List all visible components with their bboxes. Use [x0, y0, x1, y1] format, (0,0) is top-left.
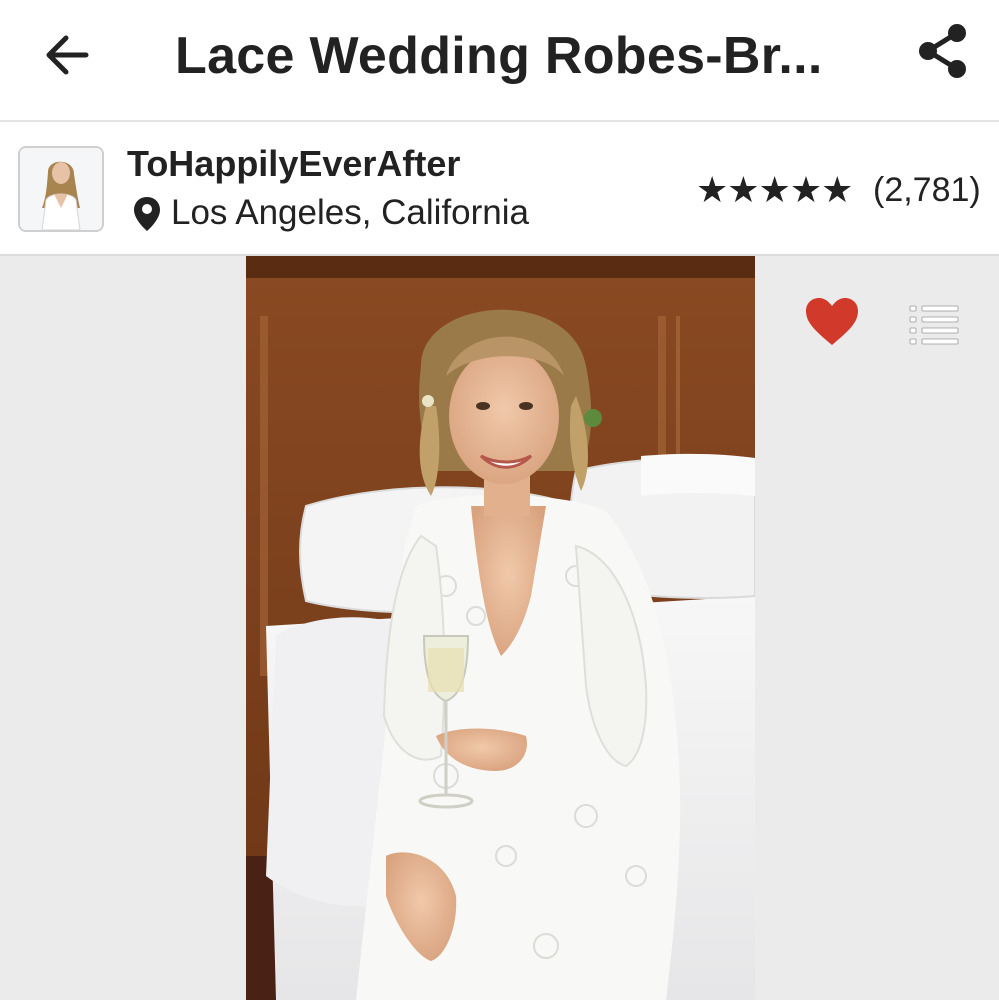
listing-photo[interactable] — [246, 256, 755, 1000]
listing-image-gallery[interactable] — [0, 256, 999, 1000]
review-count[interactable]: (2,781) — [873, 167, 981, 213]
back-button[interactable] — [38, 26, 96, 84]
add-to-list-button[interactable] — [908, 302, 960, 346]
page-title: Lace Wedding Robes-Br... — [175, 27, 823, 85]
heart-icon — [806, 298, 858, 345]
shop-avatar-image — [20, 148, 102, 230]
shop-avatar[interactable] — [18, 146, 104, 232]
shop-name[interactable]: ToHappilyEverAfter — [127, 142, 460, 186]
map-pin-icon — [134, 197, 160, 231]
shop-location: Los Angeles, California — [171, 193, 529, 232]
share-icon — [919, 24, 966, 78]
share-button[interactable] — [912, 20, 972, 82]
top-app-bar: Lace Wedding Robes-Br... — [0, 0, 999, 120]
list-icon — [909, 305, 959, 345]
shop-info-bar[interactable]: ToHappilyEverAfter Los Angeles, Californ… — [0, 122, 999, 254]
favorite-button[interactable] — [804, 296, 860, 348]
arrow-left-icon — [46, 35, 89, 75]
rating-stars[interactable]: ★★★★★ — [696, 168, 853, 212]
